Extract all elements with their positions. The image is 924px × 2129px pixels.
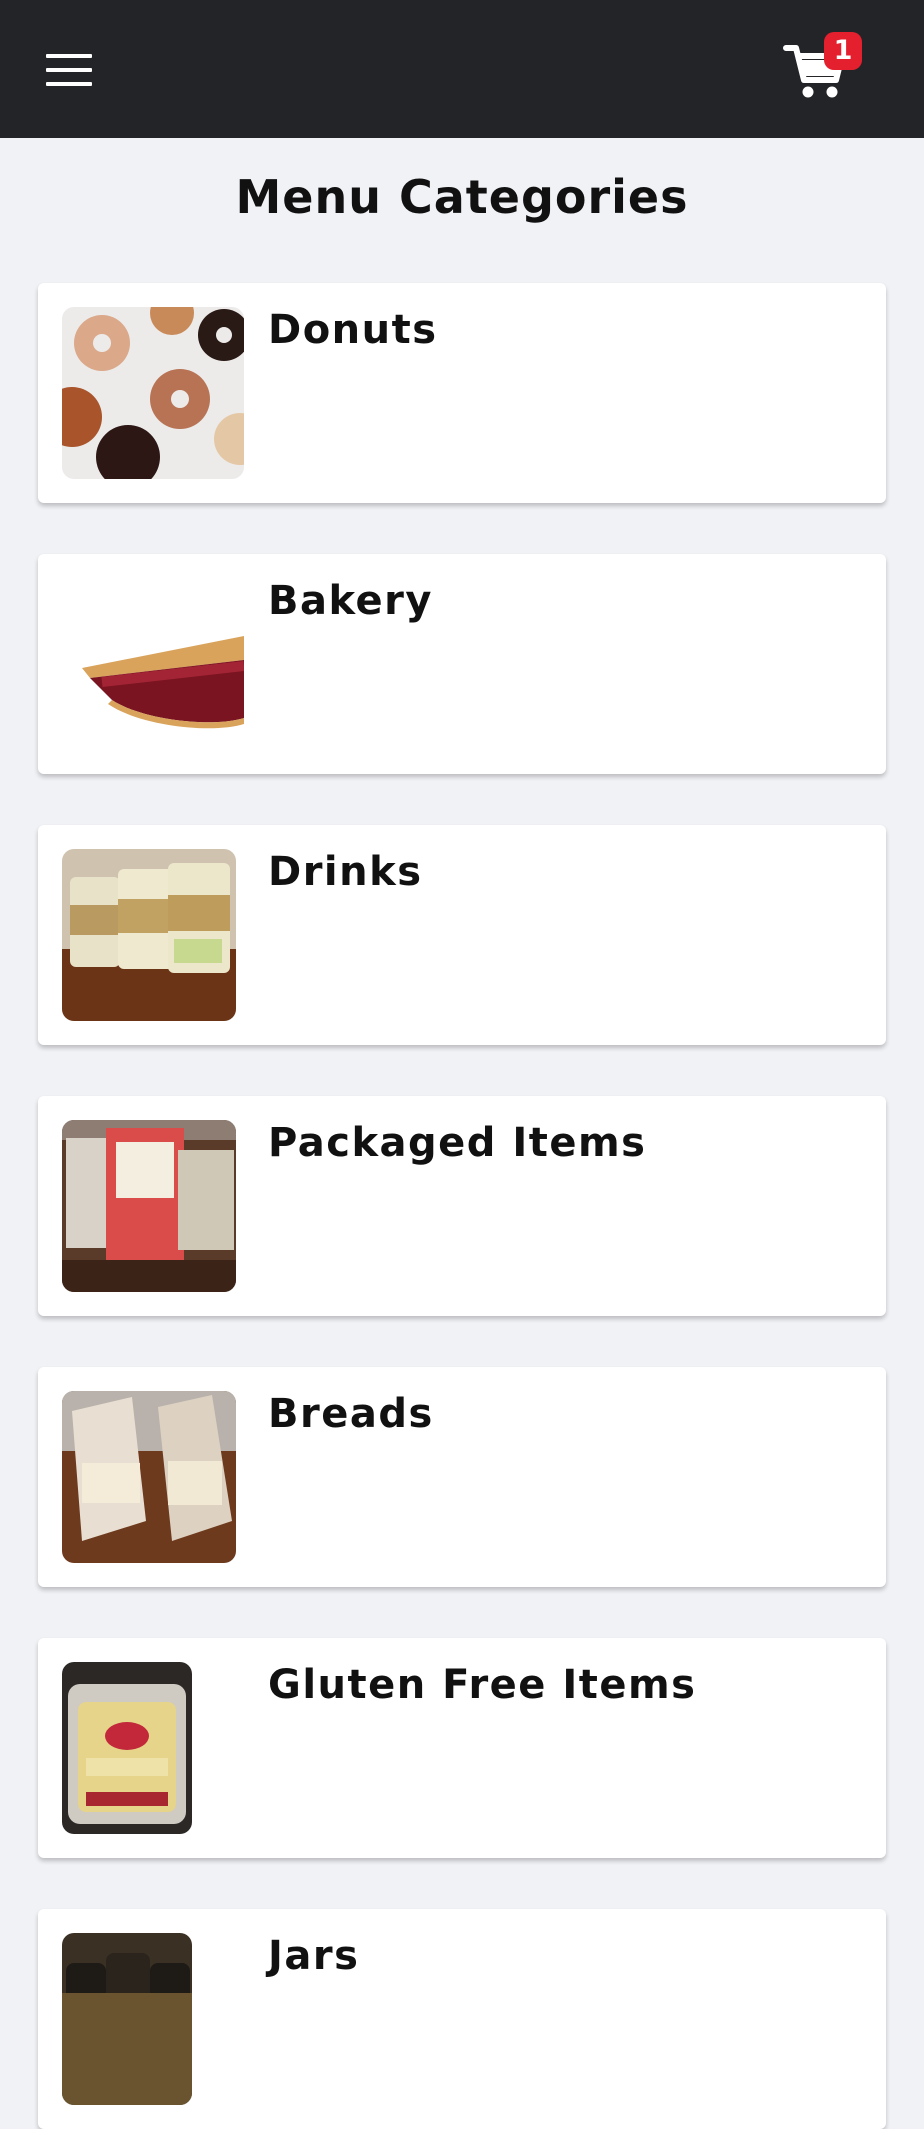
top-bar: 1 [0,0,924,138]
category-card-donuts[interactable]: Donuts [38,283,886,503]
category-label: Donuts [268,307,438,353]
category-label: Jars [268,1933,360,1979]
cart-count-badge: 1 [824,32,862,70]
hamburger-menu-icon-line [46,82,92,86]
bagged-breads-photo [62,1391,236,1563]
category-label: Bakery [268,578,433,624]
gluten-free-muffins-photo [62,1662,192,1834]
packaged-pastries-photo [62,1120,236,1292]
category-label: Breads [268,1391,434,1437]
page-title: Menu Categories [235,170,689,224]
hamburger-menu-icon [46,54,92,58]
category-card-bakery[interactable]: Bakery [38,554,886,774]
category-card-drinks[interactable]: Drinks [38,825,886,1045]
cart-button[interactable]: 1 [782,30,864,100]
coffee-cups-photo [62,849,236,1021]
category-label: Packaged Items [268,1120,647,1166]
menu-button[interactable] [46,54,92,86]
category-card-breads[interactable]: Breads [38,1367,886,1587]
jars-photo [62,1933,192,2105]
category-card-gluten-free-items[interactable]: Gluten Free Items [38,1638,886,1858]
cherry-pie-slice-photo [62,578,244,750]
category-card-jars[interactable]: Jars [38,1909,886,2129]
donuts-photo [62,307,244,479]
category-card-packaged-items[interactable]: Packaged Items [38,1096,886,1316]
category-label: Drinks [268,849,423,895]
category-label: Gluten Free Items [268,1662,697,1708]
hamburger-menu-icon-line [46,68,92,72]
